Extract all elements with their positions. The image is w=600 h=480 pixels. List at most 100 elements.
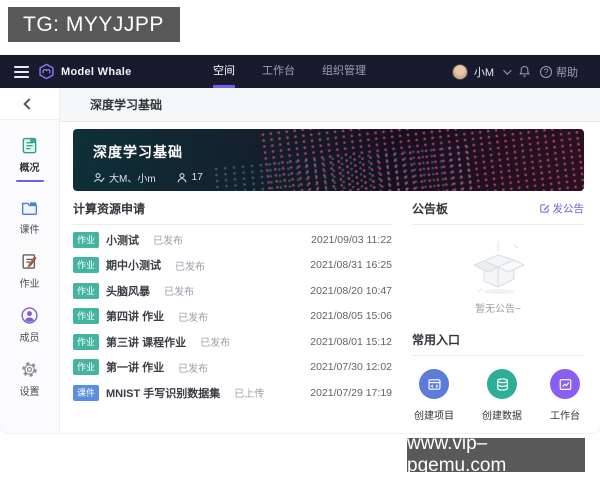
nav-item-space[interactable]: 空间 [213, 55, 235, 88]
avatar[interactable] [451, 63, 468, 80]
bell-icon[interactable] [518, 65, 531, 78]
empty-announcement-text: 暂无公告~ [475, 304, 521, 315]
chevron-down-icon[interactable] [503, 65, 512, 75]
sidebar-item-label: 设置 [19, 387, 40, 398]
shortcuts-section: 常用入口 创建项目 创建数据 工作台 [412, 331, 584, 422]
empty-box-illustration [472, 241, 526, 294]
resource-row[interactable]: 作业 第四讲 作业 已发布 2021/08/05 15:06 [73, 304, 392, 330]
page-title: 深度学习基础 [90, 98, 163, 112]
resource-date: 2021/08/31 16:25 [310, 259, 392, 272]
banner-managers: 大M、小m [93, 170, 156, 185]
resource-name: 第一讲 作业 [106, 362, 165, 375]
project-icon [428, 378, 441, 390]
resource-status: 已发布 [175, 261, 206, 273]
course-banner: 深度学习基础 大M、小m 17 [73, 129, 584, 191]
resource-date: 2021/09/03 11:22 [311, 233, 392, 246]
back-button[interactable] [0, 88, 59, 120]
user-name[interactable]: 小M [474, 64, 494, 80]
resource-status: 已发布 [200, 338, 231, 350]
modelwhale-app-window: Model Whale 空间 工作台 组织管理 小M 帮助 [0, 55, 600, 433]
page-header: 深度学习基础 [60, 88, 600, 122]
resource-row[interactable]: 作业 第一讲 作业 已发布 2021/07/30 12:02 [73, 355, 392, 381]
shortcut-create-data[interactable]: 创建数据 [482, 369, 522, 422]
resource-row[interactable]: 作业 头脑风暴 已发布 2021/08/20 10:47 [73, 278, 392, 304]
resource-status: 已发布 [153, 236, 184, 248]
sidebar-item-courseware[interactable]: 课件 [20, 198, 40, 236]
resource-date: 2021/08/20 10:47 [310, 284, 392, 297]
resource-name: 期中小测试 [106, 260, 162, 273]
resource-date: 2021/07/29 17:19 [310, 386, 392, 399]
sidebar-item-label: 成员 [19, 333, 40, 344]
post-announcement-button[interactable]: 发公告 [539, 201, 584, 216]
sidebar-item-label: 作业 [19, 279, 40, 290]
resource-status: 已发布 [164, 287, 195, 299]
back-arrow-icon [22, 97, 35, 110]
courseware-badge: 课件 [73, 384, 100, 401]
main-content: 深度学习基础 深度学习基础 大M、小m 17 计算资源申请 作业 小测试 已发布… [60, 88, 600, 433]
resources-section: 计算资源申请 作业 小测试 已发布 2021/09/03 11:22 作业 期中… [73, 200, 392, 422]
shortcut-label: 创建数据 [482, 411, 522, 422]
help-label[interactable]: 帮助 [556, 64, 578, 80]
top-navbar: Model Whale 空间 工作台 组织管理 小M 帮助 [0, 55, 600, 88]
resource-row[interactable]: 课件 MNIST 手写识别数据集 已上传 2021/07/29 17:19 [73, 380, 392, 406]
resource-status: 已发布 [178, 312, 209, 324]
members-icon [21, 307, 38, 324]
resource-name: 第四讲 作业 [106, 311, 165, 324]
shortcuts-title: 常用入口 [412, 333, 461, 347]
watermark-bottom: www.vip–pgemu.com [407, 433, 585, 476]
resource-date: 2021/08/05 15:06 [310, 310, 392, 323]
sidebar-item-label: 课件 [19, 225, 40, 236]
banner-title: 深度学习基础 [93, 144, 183, 160]
settings-icon [22, 362, 37, 377]
announcement-section: 公告板 发公告 暂无公告~ [412, 200, 584, 319]
sidebar-item-settings[interactable]: 设置 [20, 360, 40, 398]
shortcut-label: 工作台 [550, 411, 580, 422]
resources-list: 作业 小测试 已发布 2021/09/03 11:22 作业 期中小测试 已发布 [73, 225, 392, 406]
screenshot-stage: Model Whale 空间 工作台 组织管理 小M 帮助 [0, 0, 600, 480]
resource-status: 已上传 [234, 389, 265, 401]
nav-item-org-management[interactable]: 组织管理 [322, 55, 366, 88]
homework-badge: 作业 [73, 257, 100, 274]
workbench-icon [559, 378, 571, 390]
homework-badge: 作业 [73, 333, 100, 350]
homework-icon [22, 254, 37, 269]
edit-icon [539, 204, 549, 213]
homework-badge: 作业 [73, 282, 100, 299]
resource-date: 2021/08/01 15:12 [310, 335, 392, 348]
nav-item-workbench[interactable]: 工作台 [262, 55, 295, 88]
homework-badge: 作业 [73, 308, 100, 325]
brand-name: Model Whale [61, 65, 132, 78]
banner-member-count: 17 [176, 172, 203, 184]
sidebar: 概况 课件 作业 成员 设置 [0, 88, 60, 433]
resource-name: 第三讲 课程作业 [106, 336, 187, 349]
resource-row[interactable]: 作业 第三讲 课程作业 已发布 2021/08/01 15:12 [73, 329, 392, 355]
primary-nav: 空间 工作台 组织管理 [213, 55, 366, 88]
resource-row[interactable]: 作业 期中小测试 已发布 2021/08/31 16:25 [73, 253, 392, 279]
homework-badge: 作业 [73, 359, 100, 376]
sidebar-item-overview[interactable]: 概况 [15, 136, 44, 182]
resource-name: 小测试 [106, 234, 140, 247]
sidebar-item-homework[interactable]: 作业 [20, 252, 40, 290]
shortcut-create-project[interactable]: 创建项目 [414, 369, 454, 422]
watermark-top: TG: MYYJJPP [8, 7, 180, 42]
resource-row[interactable]: 作业 小测试 已发布 2021/09/03 11:22 [73, 227, 392, 253]
members-count-icon [177, 172, 186, 182]
courseware-icon [21, 202, 38, 215]
active-indicator [15, 180, 44, 182]
database-icon [496, 377, 508, 391]
sidebar-item-members[interactable]: 成员 [20, 306, 40, 344]
resource-status: 已发布 [178, 363, 209, 375]
announcement-title: 公告板 [412, 202, 449, 216]
menu-icon[interactable] [14, 65, 29, 78]
navbar-right: 小M 帮助 [451, 63, 578, 80]
resources-title: 计算资源申请 [73, 202, 146, 216]
sidebar-item-label: 概况 [19, 163, 40, 174]
modelwhale-logo-icon[interactable] [38, 63, 55, 80]
help-icon[interactable] [540, 65, 552, 78]
shortcut-label: 创建项目 [414, 411, 454, 422]
homework-badge: 作业 [73, 231, 100, 248]
manager-icon [94, 172, 105, 182]
resource-date: 2021/07/30 12:02 [310, 361, 392, 374]
resource-name: 头脑风暴 [106, 285, 151, 298]
shortcut-workbench[interactable]: 工作台 [550, 369, 580, 422]
